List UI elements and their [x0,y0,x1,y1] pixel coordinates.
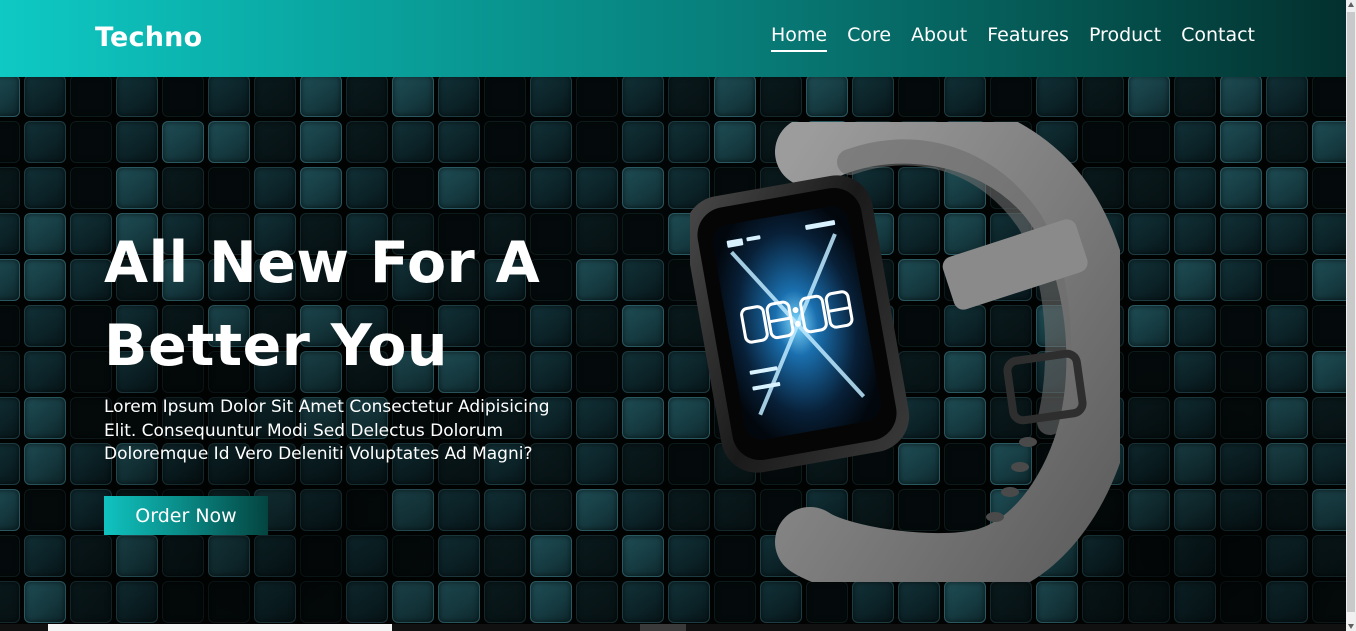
nav-link-product[interactable]: Product [1089,26,1161,52]
nav-menu: Home Core About Features Product Contact [770,26,1255,52]
bottom-strip-block-light [48,624,392,631]
hero-title-line-2: Better You [104,313,448,379]
hero-description: Lorem Ipsum Dolor Sit Amet Consectetur A… [104,397,550,464]
nav-link-home[interactable]: Home [770,26,828,52]
navbar: Techno Home Core About Features Product … [0,0,1346,77]
nav-link-features[interactable]: Features [987,26,1069,52]
bottom-strip [0,624,1346,631]
nav-link-about[interactable]: About [911,26,967,52]
hero-title: All New For A Better You [104,222,540,388]
order-now-button[interactable]: Order Now [104,496,268,535]
scroll-up-arrow-icon[interactable] [1348,2,1354,7]
scroll-thumb[interactable] [1347,12,1355,612]
nav-link-core[interactable]: Core [847,26,891,52]
vertical-scrollbar[interactable] [1346,0,1356,631]
nav-link-contact[interactable]: Contact [1181,26,1255,52]
brand-logo[interactable]: Techno [95,22,202,53]
watch-image [690,122,1120,582]
hero-title-line-1: All New For A [104,230,541,296]
scroll-down-arrow-icon[interactable] [1348,624,1354,629]
bottom-strip-block-dark [640,624,686,631]
